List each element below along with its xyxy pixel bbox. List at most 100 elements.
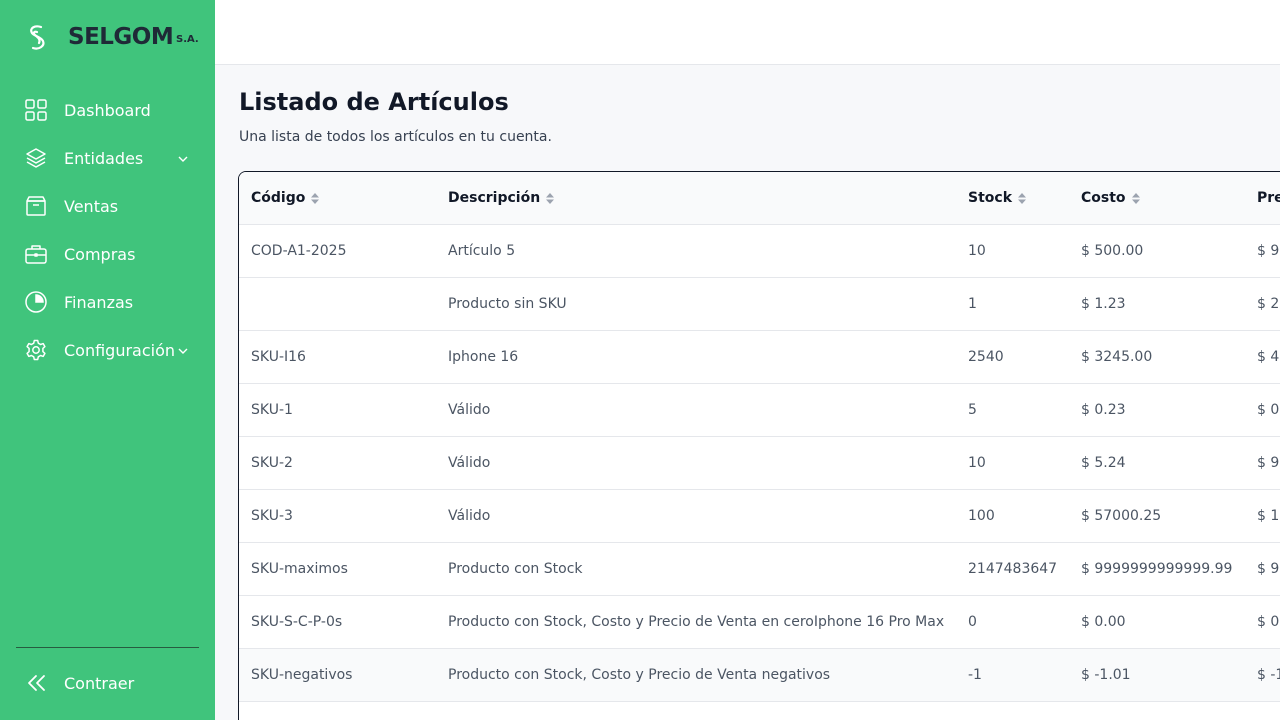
grid-icon (24, 98, 48, 122)
sidebar-item-label: Finanzas (64, 292, 134, 312)
chevrons-left-icon (24, 671, 48, 695)
cell-descripcion: Producto sin SKU (448, 296, 567, 312)
cell-stock: 5 (968, 402, 977, 418)
sort-icon (1131, 192, 1140, 204)
cell-precio: $ 0 (1257, 614, 1280, 630)
sidebar-item-compras[interactable]: Compras (24, 240, 199, 268)
cell-codigo: SKU-S-C-P-0s (251, 614, 343, 630)
sidebar-item-dashboard[interactable]: Dashboard (24, 96, 199, 124)
cell-costo: $ 5.24 (1081, 455, 1126, 471)
cell-costo: $ 3245.00 (1081, 349, 1153, 365)
table-row[interactable]: SKU-3 Válido 100 $ 57000.25 $ 1 (239, 490, 1280, 543)
table-row[interactable]: SKU-maximos Producto con Stock 214748364… (239, 543, 1280, 596)
pie-chart-icon (24, 290, 48, 314)
brand-name: SELGOM (68, 24, 174, 50)
cell-stock: 1 (968, 296, 977, 312)
cell-descripcion: Producto con Stock, Costo y Precio de Ve… (448, 667, 831, 683)
cell-costo: $ 1.23 (1081, 296, 1126, 312)
sidebar-item-finanzas[interactable]: Finanzas (24, 288, 199, 316)
sidebar-item-configuracion[interactable]: Configuración (24, 336, 199, 364)
cell-stock: -1 (968, 667, 982, 683)
cell-stock: 2540 (968, 349, 1004, 365)
cell-codigo: SKU-negativos (251, 667, 353, 683)
cell-costo: $ 9999999999999.99 (1081, 561, 1233, 577)
cell-costo: $ 57000.25 (1081, 508, 1162, 524)
page-title: Listado de Artículos (239, 88, 509, 116)
articles-table: Código Descripción Stock Costo Precio CO… (238, 171, 1280, 720)
column-header-codigo[interactable]: Código (251, 190, 320, 206)
cell-costo: $ 0.00 (1081, 614, 1126, 630)
cell-stock: 0 (968, 614, 977, 630)
cell-codigo: SKU-2 (251, 455, 293, 471)
logo-s-icon (24, 23, 50, 53)
brand-suffix: S.A. (176, 34, 199, 45)
cell-precio: $ 1 (1257, 508, 1280, 524)
column-header-label: Descripción (448, 190, 541, 206)
column-header-stock[interactable]: Stock (968, 190, 1027, 206)
gear-icon (24, 338, 48, 362)
table-row[interactable]: Producto sin SKU 1 $ 1.23 $ 2 (239, 278, 1280, 331)
sidebar-divider (16, 647, 199, 648)
cell-codigo: SKU-I16 (251, 349, 306, 365)
sidebar-item-label: Configuración (64, 340, 176, 360)
column-header-precio[interactable]: Precio (1257, 190, 1280, 206)
sidebar: SELGOM S.A. Dashboard Entidades Ventas C… (0, 0, 215, 720)
column-header-descripcion[interactable]: Descripción (448, 190, 555, 206)
sidebar-item-label: Dashboard (64, 100, 151, 120)
cell-descripcion: Válido (448, 402, 491, 418)
cell-precio: $ 4 (1257, 349, 1280, 365)
top-bar (215, 0, 1280, 65)
chevron-down-icon[interactable] (177, 345, 189, 357)
table-row[interactable]: SKU-negativos Producto con Stock, Costo … (239, 649, 1280, 702)
cell-descripcion: Iphone 16 (448, 349, 519, 365)
table-row[interactable]: SKU-S-C-P-0s Producto con Stock, Costo y… (239, 596, 1280, 649)
cell-precio: $ 9 (1257, 455, 1280, 471)
cell-codigo: COD-A1-2025 (251, 243, 347, 259)
table-row[interactable]: COD-A1-2025 Artículo 5 10 $ 500.00 $ 9 (239, 225, 1280, 278)
cell-precio: $ 9 (1257, 561, 1280, 577)
archive-box-icon (24, 194, 48, 218)
cell-precio: $ 9 (1257, 243, 1280, 259)
sort-icon (1018, 192, 1027, 204)
cell-descripcion: Válido (448, 508, 491, 524)
column-header-label: Costo (1081, 190, 1126, 206)
sidebar-item-label: Compras (64, 244, 136, 264)
cell-stock: 2147483647 (968, 561, 1058, 577)
table-header: Código Descripción Stock Costo Precio (239, 172, 1280, 225)
column-header-label: Código (251, 190, 306, 206)
cell-stock: 100 (968, 508, 995, 524)
cell-stock: 10 (968, 455, 986, 471)
sidebar-item-label: Entidades (64, 148, 144, 168)
sort-icon (546, 192, 555, 204)
cell-descripcion: Producto con Stock, Costo y Precio de Ve… (448, 614, 945, 630)
cell-stock: 10 (968, 243, 986, 259)
collapse-sidebar-button[interactable]: Contraer (24, 669, 199, 697)
brand-logo[interactable]: SELGOM S.A. (24, 22, 199, 54)
table-row[interactable]: SKU-2 Válido 10 $ 5.24 $ 9 (239, 437, 1280, 490)
collapse-label: Contraer (64, 673, 135, 693)
sidebar-item-ventas[interactable]: Ventas (24, 192, 199, 220)
cell-descripcion: Producto con Stock (448, 561, 583, 577)
sort-icon (311, 192, 320, 204)
cell-codigo: SKU-3 (251, 508, 293, 524)
cell-descripcion: Artículo 5 (448, 243, 516, 259)
cell-precio: $ 0 (1257, 402, 1280, 418)
chevron-down-icon[interactable] (177, 153, 189, 165)
cell-descripcion: Válido (448, 455, 491, 471)
column-header-label: Precio (1257, 190, 1280, 206)
briefcase-icon (24, 242, 48, 266)
layers-icon (24, 146, 48, 170)
cell-codigo: SKU-maximos (251, 561, 348, 577)
cell-costo: $ -1.01 (1081, 667, 1131, 683)
column-header-costo[interactable]: Costo (1081, 190, 1140, 206)
column-header-label: Stock (968, 190, 1013, 206)
cell-costo: $ 0.23 (1081, 402, 1126, 418)
cell-costo: $ 500.00 (1081, 243, 1144, 259)
table-row[interactable]: SKU-1 Válido 5 $ 0.23 $ 0 (239, 384, 1280, 437)
cell-precio: $ -1 (1257, 667, 1280, 683)
page-subtitle: Una lista de todos los artículos en tu c… (239, 129, 552, 145)
table-row[interactable]: SKU-I16 Iphone 16 2540 $ 3245.00 $ 4 (239, 331, 1280, 384)
sidebar-item-entidades[interactable]: Entidades (24, 144, 199, 172)
cell-precio: $ 2 (1257, 296, 1280, 312)
cell-codigo: SKU-1 (251, 402, 293, 418)
